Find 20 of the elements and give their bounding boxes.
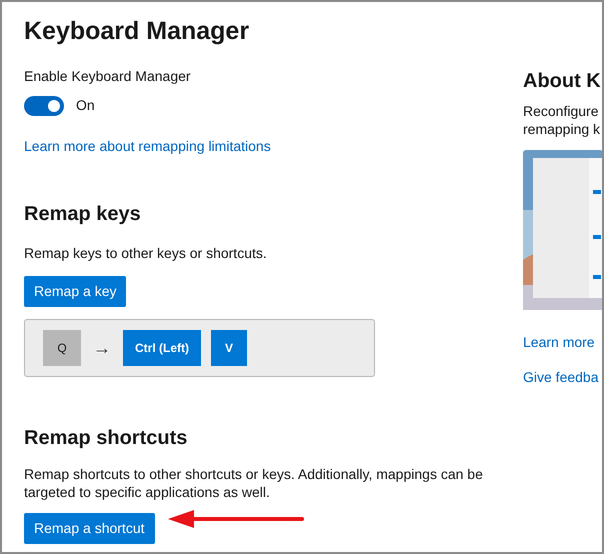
section-heading: Remap shortcuts: [24, 426, 188, 451]
enable-label: Enable Keyboard Manager: [24, 67, 191, 86]
section-description: Remap shortcuts to other shortcuts or keys. Additionally, mappings can be targeted to specific applications as well.: [24, 465, 484, 501]
enable-toggle[interactable]: [24, 96, 64, 116]
target-key: V: [211, 330, 247, 366]
about-description: remapping k: [523, 120, 602, 138]
section-description: Remap keys to other keys or shortcuts.: [24, 244, 267, 263]
remap-shortcut-button[interactable]: Remap a shortcut: [24, 513, 154, 544]
target-key: Ctrl (Left): [123, 330, 201, 366]
mapping-arrow: →: [93, 336, 111, 360]
learn-more-link[interactable]: Learn more: [523, 332, 602, 353]
remap-key-button[interactable]: Remap a key: [24, 276, 126, 307]
page-title: Keyboard Manager: [24, 16, 250, 46]
about-description: Reconfigure: [523, 102, 600, 120]
limitations-link[interactable]: Learn more about remapping limitations: [24, 136, 271, 157]
section-heading: Remap keys: [24, 202, 141, 227]
toggle-state: On: [76, 96, 95, 115]
about-heading: About K: [523, 69, 602, 94]
source-key: Q: [43, 330, 81, 366]
feedback-link[interactable]: Give feedba: [523, 367, 602, 388]
